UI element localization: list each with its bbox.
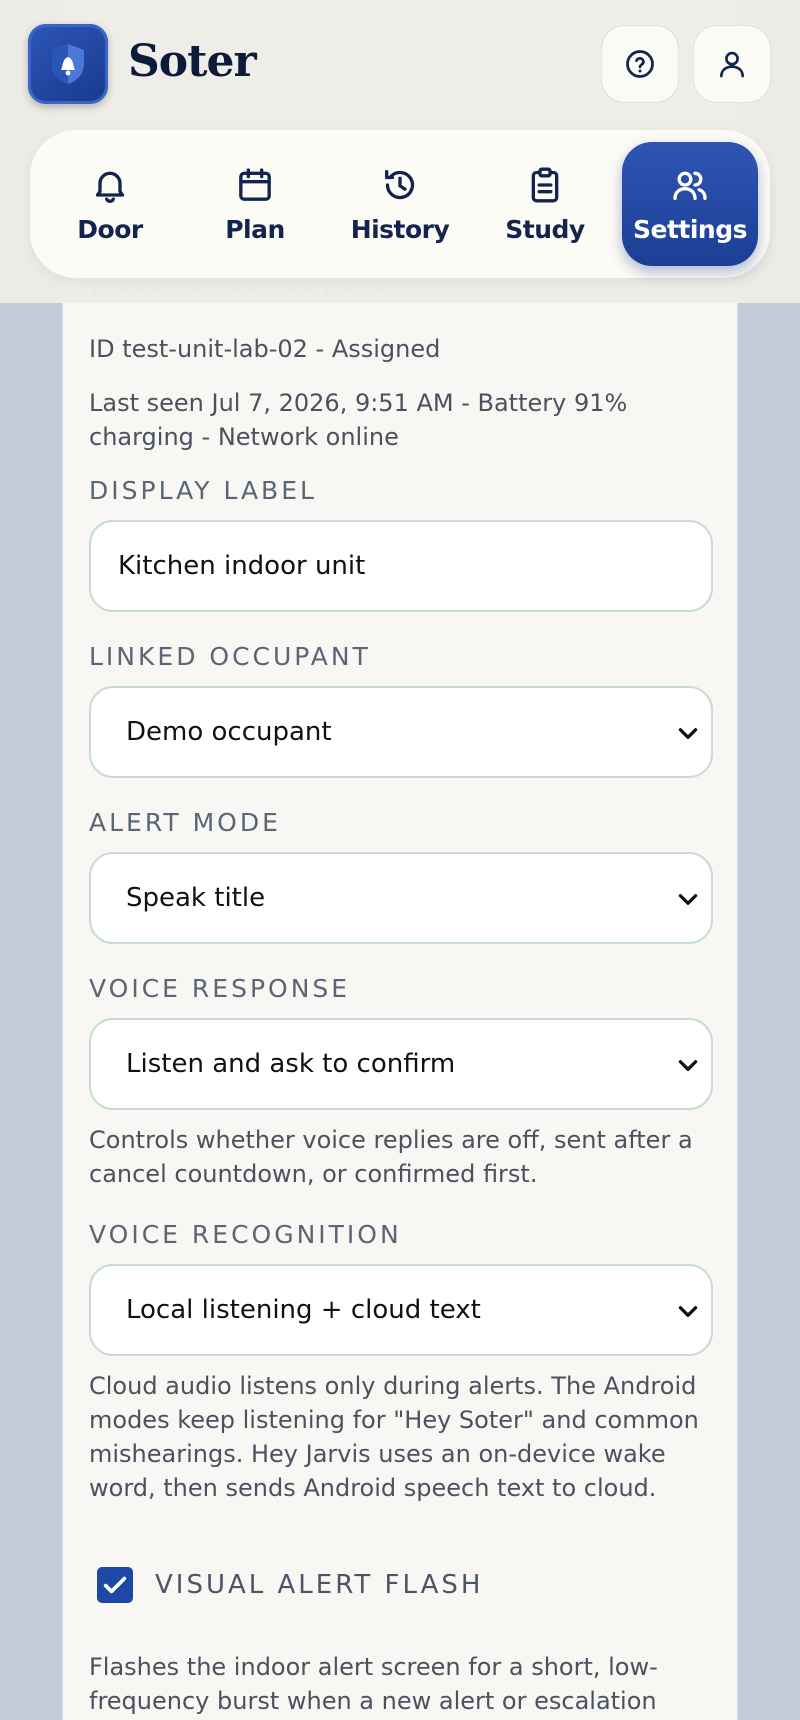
bell-icon	[95, 171, 125, 203]
account-button[interactable]	[693, 25, 771, 103]
unit-status-line: Last seen Jul 7, 2026, 9:51 AM - Battery…	[89, 389, 628, 451]
help-button[interactable]	[601, 25, 679, 103]
tab-label: Plan	[225, 214, 285, 244]
alert-mode-heading: ALERT MODE	[89, 808, 281, 837]
main-nav: Door Plan History Study Settings	[30, 130, 770, 278]
voice-response-select[interactable]: Listen and ask to confirm	[89, 1018, 713, 1110]
app-name: Soter	[128, 36, 257, 87]
soter-logo	[28, 24, 108, 104]
tab-label: Settings	[632, 214, 748, 244]
tab-settings[interactable]: Settings	[622, 142, 758, 266]
clipboard-icon	[531, 167, 559, 202]
tab-door[interactable]: Door	[42, 142, 178, 266]
visual-alert-flash-label[interactable]: VISUAL ALERT FLASH	[155, 1567, 483, 1603]
history-icon	[385, 169, 415, 199]
app-header: Soter Door Plan History Study Settings	[0, 0, 800, 303]
tab-label: Study	[505, 214, 585, 244]
visual-alert-flash-help: Flashes the indoor alert screen for a sh…	[89, 1653, 658, 1715]
linked-occupant-select[interactable]: Demo occupant	[89, 686, 713, 778]
chevron-down-icon	[678, 1306, 698, 1317]
display-label-value: Kitchen indoor unit	[118, 551, 366, 581]
voice-response-value: Listen and ask to confirm	[126, 1049, 456, 1079]
tab-study[interactable]: Study	[477, 142, 613, 266]
calendar-icon	[239, 167, 271, 201]
shield-bell-icon	[52, 44, 84, 84]
tab-history[interactable]: History	[332, 142, 468, 266]
help-circle-icon	[626, 50, 654, 78]
tab-label: History	[350, 214, 450, 244]
voice-recognition-select[interactable]: Local listening + cloud text	[89, 1264, 713, 1356]
alert-mode-select[interactable]: Speak title	[89, 852, 713, 944]
alert-mode-value: Speak title	[126, 883, 266, 913]
voice-recognition-value: Local listening + cloud text	[126, 1295, 481, 1325]
chevron-down-icon	[678, 1060, 698, 1071]
tab-label: Door	[77, 214, 143, 244]
checkmark-icon	[103, 1576, 127, 1594]
unit-id-line: ID test-unit-lab-02 - Assigned	[89, 335, 441, 363]
display-label-input[interactable]: Kitchen indoor unit	[89, 520, 713, 612]
voice-recognition-help: Cloud audio listens only during alerts. …	[89, 1372, 699, 1502]
linked-occupant-heading: LINKED OCCUPANT	[89, 642, 371, 671]
chevron-down-icon	[678, 728, 698, 739]
visual-alert-flash-checkbox[interactable]	[97, 1567, 133, 1603]
voice-response-help: Controls whether voice replies are off, …	[89, 1126, 693, 1188]
voice-response-heading: VOICE RESPONSE	[89, 974, 351, 1003]
users-icon	[673, 171, 707, 200]
display-label-heading: DISPLAY LABEL	[89, 476, 317, 505]
voice-recognition-heading: VOICE RECOGNITION	[89, 1220, 402, 1249]
tab-plan[interactable]: Plan	[187, 142, 323, 266]
chevron-down-icon	[678, 894, 698, 905]
user-icon	[720, 51, 744, 78]
linked-occupant-value: Demo occupant	[126, 717, 332, 747]
unit-settings-card: Kitchen indoor unit ID test-unit-lab-02 …	[62, 270, 738, 1720]
